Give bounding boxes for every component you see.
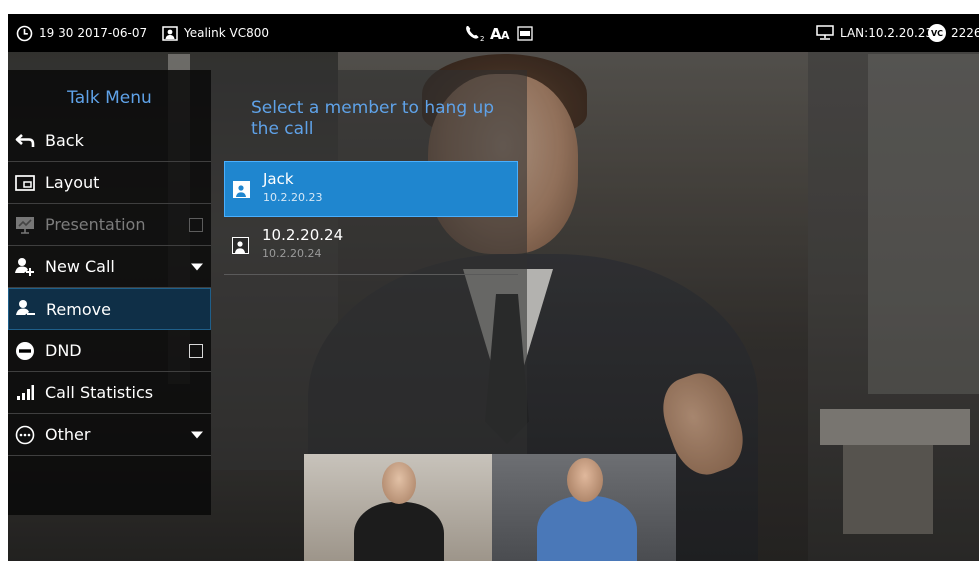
lan-icon	[816, 25, 834, 41]
dnd-icon	[14, 340, 36, 362]
vc-badge: VC	[930, 28, 944, 38]
dnd-checkbox[interactable]	[189, 343, 203, 358]
member-ip: 10.2.20.24	[262, 247, 322, 260]
menu-item-label: Presentation	[45, 215, 146, 234]
layout-icon	[14, 172, 36, 194]
clock: 19 30 2017-06-07	[16, 14, 147, 52]
member-item-10-2-20-24[interactable]: 10.2.20.24 10.2.20.24	[224, 218, 518, 274]
participant-body	[537, 496, 637, 561]
more-dots-icon	[14, 424, 36, 446]
vc-account-icon: VC	[928, 24, 946, 42]
status-bar: 19 30 2017-06-07 Yealink VC800 2 AA LAN:…	[8, 14, 979, 52]
status-date: 2017-06-07	[77, 26, 148, 40]
chevron-down-icon	[191, 431, 203, 438]
menu-item-label: Call Statistics	[45, 383, 154, 402]
remove-contact-icon	[15, 298, 37, 320]
add-contact-icon	[14, 256, 36, 278]
menu-item-layout[interactable]: Layout	[8, 162, 211, 204]
svg-text:A: A	[501, 29, 510, 41]
signal-bars-icon	[14, 382, 36, 404]
member-item-jack[interactable]: Jack 10.2.20.23	[224, 161, 518, 217]
account-info: VC 2226	[928, 14, 979, 52]
member-name: Jack	[263, 170, 294, 188]
menu-item-dnd[interactable]: DND	[8, 330, 211, 372]
talk-menu: Talk Menu Back Layout Presentation New C…	[8, 70, 211, 515]
contact-icon	[232, 237, 249, 254]
presentation-icon	[14, 214, 36, 236]
menu-item-other[interactable]: Other	[8, 414, 211, 456]
participant-thumbnail-2[interactable]	[492, 454, 676, 561]
account-number: 2226	[951, 26, 979, 40]
menu-item-label: Layout	[45, 173, 100, 192]
menu-item-label: Remove	[46, 299, 111, 319]
back-arrow-icon	[14, 130, 36, 152]
menu-item-label: DND	[45, 341, 82, 360]
talk-menu-title: Talk Menu	[67, 88, 152, 108]
device-name: Yealink VC800	[184, 26, 270, 40]
menu-item-label: Back	[45, 131, 84, 150]
member-panel-title: Select a member to hang up the call	[251, 98, 495, 139]
chevron-down-icon	[191, 263, 203, 270]
menu-item-call-statistics[interactable]: Call Statistics	[8, 372, 211, 414]
member-panel: Select a member to hang up the call Jack…	[211, 70, 527, 470]
device-contact-icon	[162, 25, 178, 41]
menu-item-label: Other	[45, 425, 91, 444]
font-size-icon: AA	[490, 25, 512, 41]
member-ip: 10.2.20.23	[263, 191, 323, 204]
call-status-icons: 2 AA	[464, 14, 533, 52]
handset-mute-icon: 2	[464, 24, 486, 42]
menu-item-new-call[interactable]: New Call	[8, 246, 211, 288]
video-conference-screen: 19 30 2017-06-07 Yealink VC800 2 AA LAN:…	[8, 14, 979, 561]
video-hd-icon	[517, 25, 533, 41]
contact-icon	[233, 181, 250, 198]
participant-face	[382, 462, 416, 504]
menu-item-remove[interactable]: Remove	[8, 288, 211, 330]
presentation-checkbox[interactable]	[189, 217, 203, 232]
menu-item-back[interactable]: Back	[8, 120, 211, 162]
svg-text:2: 2	[480, 35, 484, 42]
participant-face	[567, 458, 603, 502]
member-divider	[224, 274, 518, 275]
lan-address: LAN:10.2.20.232	[840, 26, 941, 40]
menu-item-presentation[interactable]: Presentation	[8, 204, 211, 246]
clock-icon	[16, 25, 33, 42]
menu-item-label: New Call	[45, 257, 115, 276]
network-info: LAN:10.2.20.232	[816, 14, 941, 52]
participant-body	[354, 502, 444, 561]
device-info: Yealink VC800	[162, 14, 269, 52]
participant-thumbnail-1[interactable]	[304, 454, 492, 561]
member-name: 10.2.20.24	[262, 226, 344, 244]
status-time: 19 30	[39, 26, 74, 40]
